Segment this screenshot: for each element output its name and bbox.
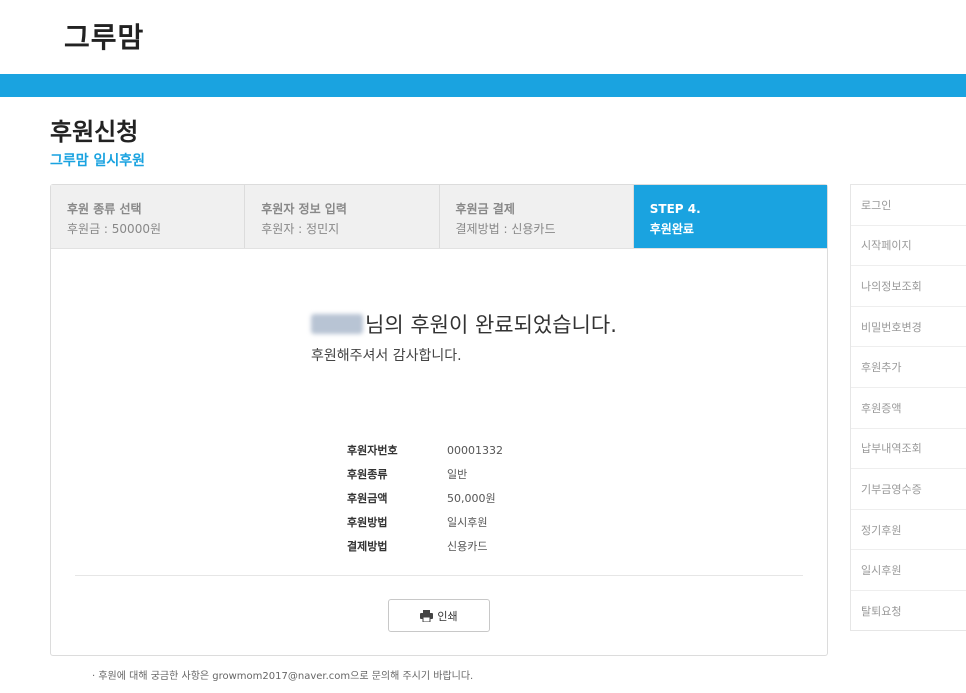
side-menu-donation-receipt[interactable]: 기부금영수증 <box>851 469 966 510</box>
footer-note: · 후원에 대해 궁금한 사항은 growmom2017@naver.com으로… <box>92 671 474 682</box>
detail-label: 후원종류 <box>347 468 388 481</box>
step-title: 후원 종류 선택 <box>67 202 142 216</box>
step-indicator: 후원 종류 선택 후원금 : 50000원 후원자 정보 입력 후원자 : 정민… <box>51 185 827 249</box>
page-subtitle: 그루맘 일시후원 <box>50 153 146 169</box>
donation-panel: 후원 종류 선택 후원금 : 50000원 후원자 정보 입력 후원자 : 정민… <box>50 184 828 656</box>
step-1: 후원 종류 선택 후원금 : 50000원 <box>51 185 246 248</box>
printer-icon <box>420 609 434 622</box>
step-title: 후원금 결제 <box>455 202 515 216</box>
print-button[interactable]: 인쇄 <box>388 599 490 632</box>
side-menu-withdraw[interactable]: 탈퇴요청 <box>851 591 966 632</box>
detail-value: 00001332 <box>447 443 503 457</box>
thanks-text: 후원해주셔서 감사합니다. <box>311 348 462 364</box>
detail-value: 50,000원 <box>447 492 496 505</box>
divider <box>75 575 803 576</box>
step-summary: 결제방법 : 신용카드 <box>455 222 556 236</box>
side-menu-one-time-donation[interactable]: 일시후원 <box>851 550 966 591</box>
print-button-label: 인쇄 <box>437 609 458 623</box>
side-menu: 로그인 시작페이지 나의정보조회 비밀번호변경 후원추가 후원증액 납부내역조회… <box>850 184 966 631</box>
step-summary: 후원자 : 정민지 <box>261 222 340 236</box>
detail-label: 후원자번호 <box>347 444 398 457</box>
side-menu-increase-donation[interactable]: 후원증액 <box>851 388 966 429</box>
detail-label: 후원금액 <box>347 492 388 505</box>
redacted-donor-name <box>311 314 363 334</box>
detail-label: 결제방법 <box>347 540 388 553</box>
side-menu-my-info[interactable]: 나의정보조회 <box>851 266 966 307</box>
detail-row: 후원자번호 00001332 <box>347 438 503 462</box>
detail-value: 신용카드 <box>447 540 488 553</box>
site-logo[interactable]: 그루맘 <box>64 16 144 56</box>
header-bar <box>0 74 966 97</box>
detail-row: 후원종류 일반 <box>347 462 503 486</box>
detail-row: 후원방법 일시후원 <box>347 510 503 534</box>
detail-row: 결제방법 신용카드 <box>347 534 503 558</box>
detail-label: 후원방법 <box>347 516 388 529</box>
detail-row: 후원금액 50,000원 <box>347 486 503 510</box>
side-menu-payment-history[interactable]: 납부내역조회 <box>851 429 966 470</box>
side-menu-add-donation[interactable]: 후원추가 <box>851 347 966 388</box>
donation-details: 후원자번호 00001332 후원종류 일반 후원금액 50,000원 후원방법… <box>347 438 503 558</box>
detail-value: 일반 <box>447 468 468 481</box>
completion-message: 님의 후원이 완료되었습니다. 후원해주셔서 감사합니다. <box>311 309 711 365</box>
step-3: 후원금 결제 결제방법 : 신용카드 <box>439 185 634 248</box>
step-2: 후원자 정보 입력 후원자 : 정민지 <box>245 185 440 248</box>
side-menu-login[interactable]: 로그인 <box>851 185 966 226</box>
side-menu-change-password[interactable]: 비밀번호변경 <box>851 307 966 348</box>
step-title: 후원자 정보 입력 <box>261 202 347 216</box>
side-menu-regular-donation[interactable]: 정기후원 <box>851 510 966 551</box>
detail-value: 일시후원 <box>447 516 488 529</box>
step-title: STEP 4. <box>649 202 701 216</box>
completion-text: 님의 후원이 완료되었습니다. <box>365 313 617 337</box>
completion-headline: 님의 후원이 완료되었습니다. <box>311 309 711 339</box>
side-menu-start-page[interactable]: 시작페이지 <box>851 226 966 267</box>
page-title: 후원신청 <box>50 118 139 146</box>
step-summary: 후원금 : 50000원 <box>67 222 162 236</box>
step-summary: 후원완료 <box>649 222 694 236</box>
step-4-active: STEP 4. 후원완료 <box>633 185 827 248</box>
